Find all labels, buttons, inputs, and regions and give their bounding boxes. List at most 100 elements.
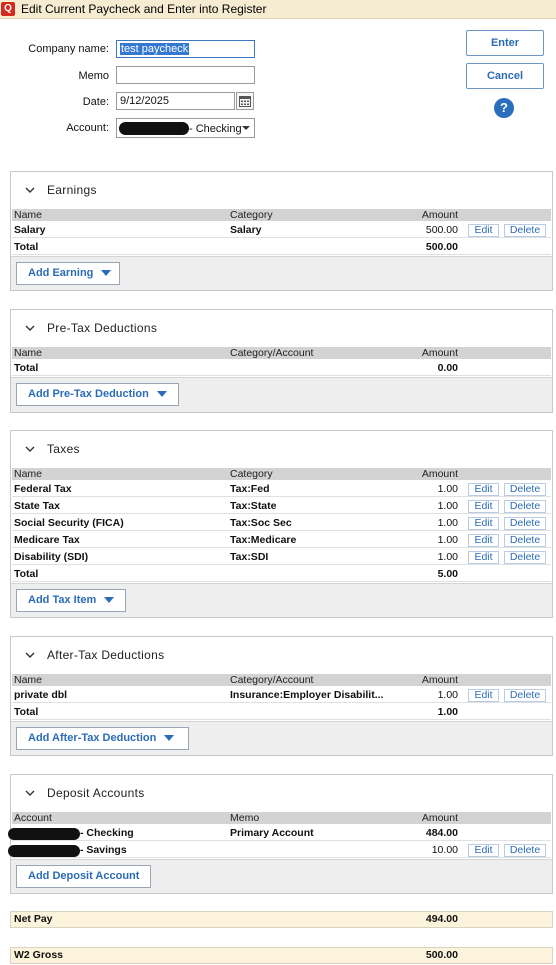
net-pay-bar: Net Pay 494.00 bbox=[10, 911, 553, 928]
caret-down-icon bbox=[101, 270, 112, 277]
row-amount: 10.00 bbox=[431, 844, 458, 856]
col-amount: Amount bbox=[421, 209, 458, 221]
chevron-down-icon[interactable] bbox=[25, 788, 35, 798]
row-amount: 484.00 bbox=[425, 827, 458, 839]
account-label: Account: bbox=[66, 122, 109, 134]
help-icon[interactable]: ? bbox=[494, 98, 514, 118]
cancel-button[interactable]: Cancel bbox=[466, 63, 544, 89]
account-select[interactable]: - Checking bbox=[116, 118, 255, 138]
edit-button[interactable]: Edit bbox=[468, 483, 499, 496]
chevron-down-icon[interactable] bbox=[25, 323, 35, 333]
delete-button[interactable]: Delete bbox=[504, 500, 546, 513]
delete-button[interactable]: Delete bbox=[504, 483, 546, 496]
row-category: Insurance:Employer Disabilit... bbox=[230, 689, 384, 701]
total-label: Total bbox=[14, 241, 39, 253]
memo-label: Memo bbox=[78, 70, 109, 82]
delete-button[interactable]: Delete bbox=[504, 689, 546, 702]
caret-down-icon bbox=[156, 391, 167, 398]
row-amount: 1.00 bbox=[437, 483, 458, 495]
delete-button[interactable]: Delete bbox=[504, 517, 546, 530]
redacted-account-name bbox=[8, 828, 80, 840]
add-earning-label: Add Earning bbox=[28, 267, 94, 279]
company-name-value: test paycheck bbox=[120, 43, 190, 55]
chevron-down-icon[interactable] bbox=[25, 650, 35, 660]
row-amount: 1.00 bbox=[437, 551, 458, 563]
aftertax-header-row: Name Category/Account Amount bbox=[12, 674, 551, 686]
table-row: Federal Tax Tax:Fed 1.00 Edit Delete bbox=[12, 481, 551, 497]
table-row: - Checking Primary Account 484.00 bbox=[8, 825, 551, 841]
table-row: private dbl Insurance:Employer Disabilit… bbox=[12, 687, 551, 703]
w2-gross-label: W2 Gross bbox=[14, 949, 64, 961]
net-pay-amount: 494.00 bbox=[425, 913, 458, 925]
total-amount: 0.00 bbox=[437, 362, 458, 374]
row-amount: 1.00 bbox=[437, 500, 458, 512]
col-amount: Amount bbox=[421, 347, 458, 359]
row-amount: 500.00 bbox=[425, 224, 458, 236]
w2-gross-bar: W2 Gross 500.00 bbox=[10, 947, 553, 964]
row-name: Disability (SDI) bbox=[14, 551, 89, 563]
total-amount: 1.00 bbox=[437, 706, 458, 718]
total-row: Total 0.00 bbox=[12, 360, 551, 376]
row-name: private dbl bbox=[14, 689, 68, 701]
edit-button[interactable]: Edit bbox=[468, 534, 499, 547]
add-deposit-account-button[interactable]: Add Deposit Account bbox=[16, 865, 151, 888]
edit-button[interactable]: Edit bbox=[468, 517, 499, 530]
date-input[interactable]: 9/12/2025 bbox=[116, 92, 235, 110]
chevron-down-icon[interactable] bbox=[25, 444, 35, 454]
delete-button[interactable]: Delete bbox=[504, 534, 546, 547]
add-tax-label: Add Tax Item bbox=[28, 594, 97, 606]
add-tax-item-button[interactable]: Add Tax Item bbox=[16, 589, 126, 612]
quicken-icon: Q bbox=[1, 2, 15, 16]
col-amount: Amount bbox=[421, 674, 458, 686]
enter-button[interactable]: Enter bbox=[466, 30, 544, 56]
delete-button[interactable]: Delete bbox=[504, 551, 546, 564]
taxes-title: Taxes bbox=[47, 442, 80, 456]
earnings-title: Earnings bbox=[47, 183, 97, 197]
chevron-down-icon bbox=[237, 119, 254, 137]
edit-button[interactable]: Edit bbox=[468, 500, 499, 513]
row-amount: 1.00 bbox=[437, 534, 458, 546]
chevron-down-icon[interactable] bbox=[25, 185, 35, 195]
col-category: Category/Account bbox=[230, 674, 314, 686]
table-row: - Savings 10.00 Edit Delete bbox=[8, 842, 551, 858]
col-category: Category/Account bbox=[230, 347, 314, 359]
table-row: State Tax Tax:State 1.00 Edit Delete bbox=[12, 498, 551, 514]
add-earning-button[interactable]: Add Earning bbox=[16, 262, 120, 285]
taxes-header-row: Name Category Amount bbox=[12, 468, 551, 480]
row-account: - Checking bbox=[80, 827, 134, 839]
col-name: Name bbox=[14, 468, 43, 480]
row-category: Tax:SDI bbox=[230, 551, 269, 563]
total-amount: 500.00 bbox=[425, 241, 458, 253]
row-account: - Savings bbox=[80, 844, 127, 856]
memo-input[interactable] bbox=[116, 66, 255, 84]
company-name-input[interactable]: test paycheck bbox=[116, 40, 255, 58]
total-row: Total 5.00 bbox=[12, 566, 551, 582]
table-row: Disability (SDI) Tax:SDI 1.00 Edit Delet… bbox=[12, 549, 551, 565]
add-pretax-label: Add Pre-Tax Deduction bbox=[28, 388, 149, 400]
row-name: Social Security (FICA) bbox=[14, 517, 124, 529]
add-pretax-deduction-button[interactable]: Add Pre-Tax Deduction bbox=[16, 383, 179, 406]
redacted-account-name bbox=[119, 122, 189, 135]
edit-button[interactable]: Edit bbox=[468, 844, 499, 857]
add-aftertax-deduction-button[interactable]: Add After-Tax Deduction bbox=[16, 727, 189, 750]
add-aftertax-label: Add After-Tax Deduction bbox=[28, 732, 157, 744]
total-row: Total 500.00 bbox=[12, 239, 551, 255]
delete-button[interactable]: Delete bbox=[504, 224, 546, 237]
delete-button[interactable]: Delete bbox=[504, 844, 546, 857]
pretax-header-row: Name Category/Account Amount bbox=[12, 347, 551, 359]
edit-button[interactable]: Edit bbox=[468, 551, 499, 564]
edit-button[interactable]: Edit bbox=[468, 689, 499, 702]
total-label: Total bbox=[14, 568, 39, 580]
row-amount: 1.00 bbox=[437, 517, 458, 529]
col-memo: Memo bbox=[230, 812, 260, 824]
row-category: Tax:Medicare bbox=[230, 534, 297, 546]
row-memo: Primary Account bbox=[230, 827, 314, 839]
edit-button[interactable]: Edit bbox=[468, 224, 499, 237]
aftertax-title: After-Tax Deductions bbox=[47, 648, 165, 662]
col-name: Name bbox=[14, 674, 43, 686]
table-row: Social Security (FICA) Tax:Soc Sec 1.00 … bbox=[12, 515, 551, 531]
row-name: State Tax bbox=[14, 500, 60, 512]
window-title: Edit Current Paycheck and Enter into Reg… bbox=[21, 2, 267, 16]
calendar-button[interactable] bbox=[236, 92, 254, 110]
w2-gross-amount: 500.00 bbox=[425, 949, 458, 961]
